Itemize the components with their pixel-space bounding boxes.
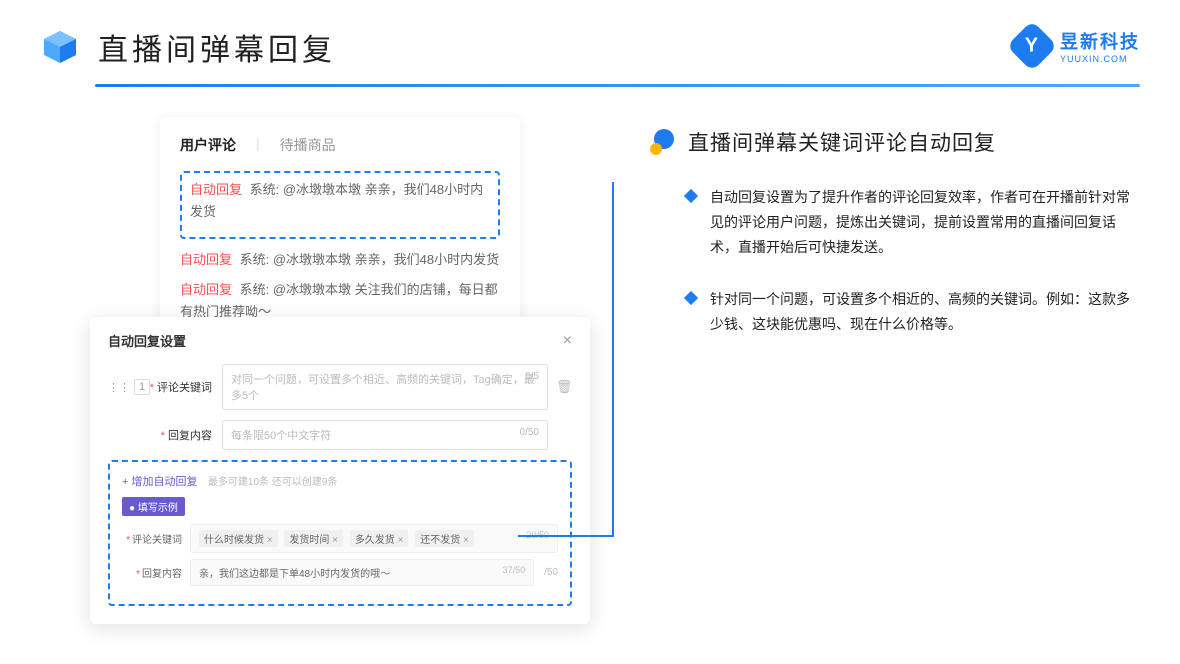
example-block: + 增加自动回复 最多可建10条 还可以创建9条 ● 填写示例 评论关键词 什么… [108,460,572,606]
auto-reply-tag: 自动回复 [180,252,232,267]
tab-user-comments[interactable]: 用户评论 [180,135,236,155]
content-label: 回复内容 [142,427,212,443]
bullet-text: 针对同一个问题，可设置多个相近的、高频的关键词。例如：这款多少钱、这块能优惠吗、… [710,287,1140,337]
cube-icon [40,27,80,67]
tag-item[interactable]: 发货时间 [284,530,343,547]
settings-title: 自动回复设置 [108,331,186,350]
comment-text: 系统: @冰墩墩本墩 亲亲，我们48小时内发货 [240,252,500,267]
logo-sub: YUUXIN.COM [1060,54,1140,64]
side-count: /50 [544,567,558,578]
keyword-label: 评论关键词 [142,379,212,395]
tag-item[interactable]: 还不发货 [415,530,474,547]
bullet-item: 针对同一个问题，可设置多个相近的、高频的关键词。例如：这款多少钱、这块能优惠吗、… [650,287,1140,337]
ex-keyword-input[interactable]: 什么时候发货 发货时间 多久发货 还不发货 20/50 [190,524,558,553]
keyword-input[interactable]: 对同一个问题，可设置多个相近、高频的关键词，Tag确定，最多5个 0/5 [222,364,548,410]
diamond-icon [684,189,698,203]
auto-reply-tag: 自动回复 [180,282,232,297]
char-count: 37/50 [503,565,526,575]
content-input[interactable]: 每条限50个中文字符 0/50 [222,420,548,450]
brand-logo: Y 昱新科技 YUUXIN.COM [1014,28,1140,64]
logo-icon: Y [1007,21,1058,72]
ex-content-input[interactable]: 亲，我们这边都是下单48小时内发货的哦～ 37/50 [190,559,534,586]
diamond-icon [684,290,698,304]
example-badge: ● 填写示例 [122,497,185,516]
tab-pending-goods[interactable]: 待播商品 [280,135,336,155]
add-hint: 最多可建10条 还可以创建9条 [208,477,337,488]
tag-item[interactable]: 多久发货 [350,530,409,547]
section-title: 直播间弹幕关键词评论自动回复 [688,127,996,157]
auto-reply-tag: 自动回复 [190,182,242,197]
tab-divider: | [256,135,260,155]
ex-content-label: 回复内容 [122,565,182,580]
logo-name: 昱新科技 [1060,28,1140,54]
page-title: 直播间弹幕回复 [98,25,336,69]
highlighted-comment: 自动回复 系统: @冰墩墩本墩 亲亲，我们48小时内发货 [180,171,500,239]
settings-modal: 自动回复设置 × ⋮⋮1 评论关键词 对同一个问题，可设置多个相近、高频的关键词… [90,317,590,624]
ex-keyword-label: 评论关键词 [122,531,182,546]
drag-handle-icon[interactable]: ⋮⋮1 [108,379,128,395]
bubble-icon [650,129,676,155]
add-reply-button[interactable]: + 增加自动回复 [122,473,197,489]
bullet-text: 自动回复设置为了提升作者的评论回复效率，作者可在开播前针对常见的评论用户问题，提… [710,185,1140,261]
bullet-item: 自动回复设置为了提升作者的评论回复效率，作者可在开播前针对常见的评论用户问题，提… [650,185,1140,261]
tag-item[interactable]: 什么时候发货 [199,530,278,547]
connector-line [518,182,614,537]
